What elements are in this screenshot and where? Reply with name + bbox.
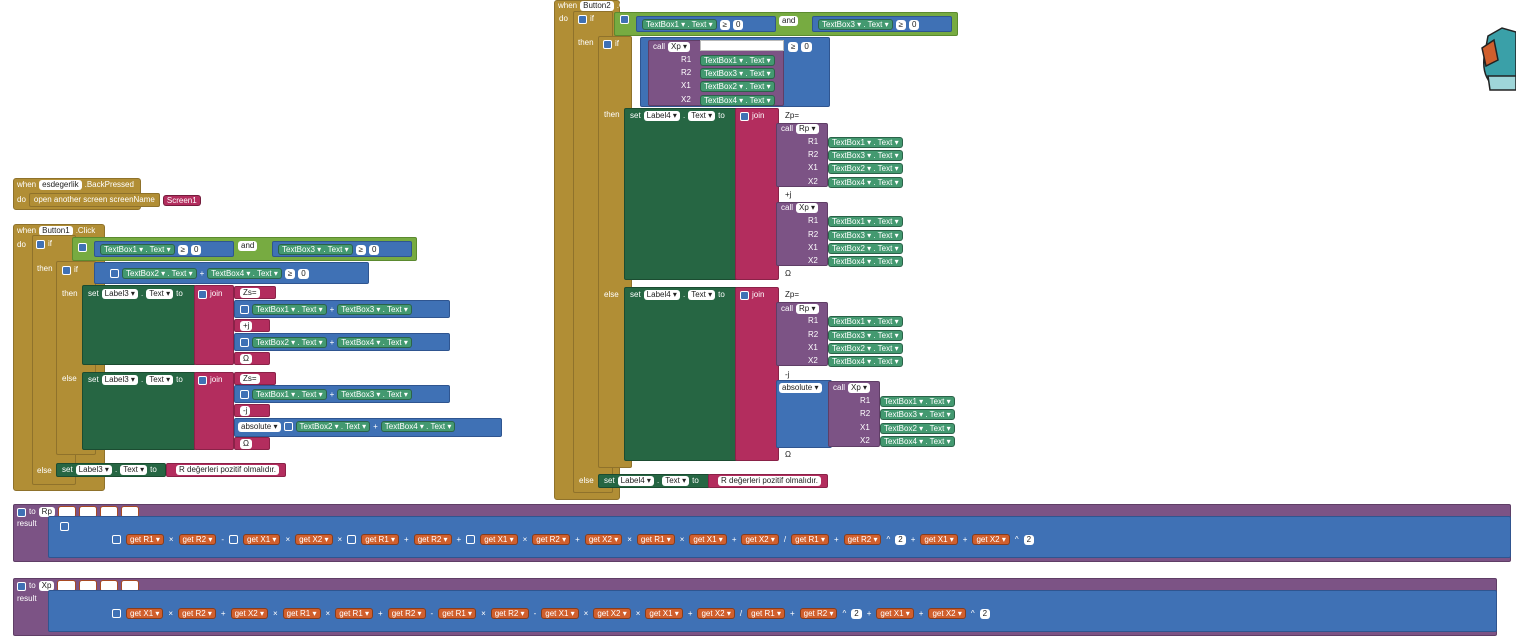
textbox1-text-getter[interactable]: TextBox1 ▾ . Text ▾ bbox=[100, 244, 175, 255]
mascot-icon bbox=[1478, 18, 1516, 96]
when-label: when bbox=[17, 180, 37, 189]
open-screen-block[interactable]: open another screen screenName bbox=[28, 193, 160, 207]
and-dropdown[interactable]: and bbox=[238, 241, 258, 251]
do-label: do bbox=[17, 195, 26, 204]
gear-icon[interactable] bbox=[36, 239, 45, 249]
string-zs[interactable]: Zs= bbox=[240, 288, 260, 298]
string-error[interactable]: R değerleri pozitif olmalıdır. bbox=[176, 465, 279, 475]
event-label: .BackPressed bbox=[84, 180, 134, 189]
textbox3-text-getter[interactable]: TextBox3 ▾ . Text ▾ bbox=[278, 244, 353, 255]
gear-icon[interactable] bbox=[78, 243, 87, 252]
set-label4-block[interactable] bbox=[624, 108, 738, 280]
component-dropdown[interactable]: esdegerlik bbox=[39, 180, 82, 190]
set-label4-block[interactable] bbox=[624, 287, 738, 461]
string-screen1[interactable]: Screen1 bbox=[162, 194, 201, 206]
button2-dropdown[interactable]: Button2 bbox=[580, 1, 614, 11]
